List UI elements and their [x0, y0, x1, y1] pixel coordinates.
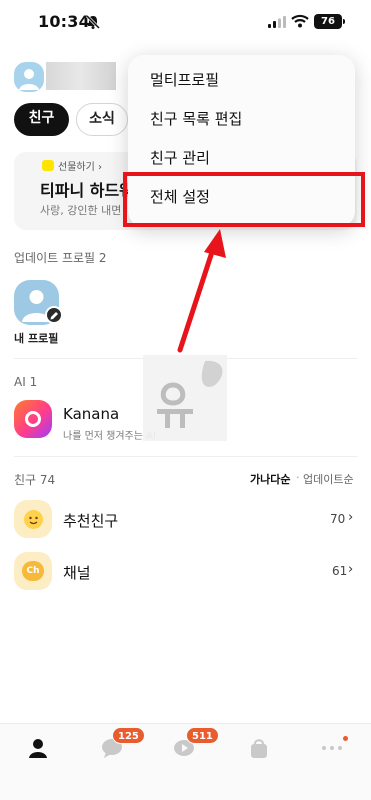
more-icon[interactable]: [320, 736, 348, 760]
update-section-label: 업데이트 프로필 2: [14, 251, 107, 265]
edit-pencil-icon[interactable]: [45, 306, 63, 324]
openchat-badge: 511: [186, 727, 219, 744]
channel-label[interactable]: 채널: [63, 562, 91, 583]
sort-alphabetical[interactable]: 가나다순: [250, 471, 290, 487]
battery-icon: 76: [314, 14, 342, 29]
gift-tag: 선물하기 ›: [58, 162, 102, 173]
channel-count: 61: [332, 564, 348, 578]
blurred-profile-name: [46, 62, 116, 90]
menu-item-manage-friends[interactable]: 친구 관리: [150, 147, 210, 168]
recommended-friends-count: 70: [330, 512, 346, 526]
battery-tip: [343, 19, 345, 24]
chevron-right-icon[interactable]: ›: [348, 510, 353, 525]
chat-badge: 125: [112, 727, 145, 744]
avatar[interactable]: [14, 62, 44, 92]
sort-by-update[interactable]: 업데이트순: [303, 471, 354, 487]
open-chat-icon[interactable]: 511: [172, 727, 219, 760]
recommended-friends-label[interactable]: 추천친구: [63, 510, 118, 531]
channel-badge: Ch: [22, 561, 44, 581]
sort-separator: ·: [296, 471, 300, 484]
status-bar: 10:34 76: [0, 0, 371, 46]
person-icon[interactable]: [26, 736, 50, 760]
chevron-right-icon[interactable]: ›: [348, 562, 353, 577]
menu-item-edit-friend-list[interactable]: 친구 목록 편집: [150, 108, 242, 129]
smiling-face-icon: [24, 510, 43, 529]
highlight-box: [123, 172, 365, 227]
status-time: 10:34: [38, 12, 90, 31]
my-profile-name: 내 프로필: [14, 332, 59, 345]
bottom-tab-bar: 125 511: [0, 723, 371, 800]
kanana-subtitle: 나를 먼저 챙겨주는 AI: [63, 431, 156, 442]
menu-item-multiprofile[interactable]: 멀티프로필: [150, 69, 219, 90]
ai-section-label: AI 1: [14, 375, 38, 389]
signal-icon: [268, 16, 286, 28]
divider: [14, 456, 357, 457]
leaf-icon: [157, 360, 223, 428]
gift-title: 티파니 하드웨: [40, 181, 134, 200]
wifi-icon: [291, 14, 309, 28]
gift-badge-icon: [42, 160, 54, 171]
tab-friends[interactable]: 친구: [14, 103, 69, 136]
tab-news[interactable]: 소식: [76, 103, 128, 136]
friends-section-label: 친구 74: [14, 473, 56, 487]
kanana-name[interactable]: Kanana: [63, 405, 119, 423]
new-indicator-dot: [343, 736, 348, 741]
shopping-bag-icon[interactable]: [247, 736, 271, 760]
gift-subtitle: 사랑, 강인한 내면: [40, 204, 122, 217]
watermark-overlay: [143, 355, 227, 441]
chat-bubble-icon[interactable]: 125: [100, 727, 145, 760]
person-silhouette-icon: [19, 69, 39, 90]
bell-off-icon: [85, 14, 101, 30]
kanana-logo-icon: [25, 411, 41, 427]
